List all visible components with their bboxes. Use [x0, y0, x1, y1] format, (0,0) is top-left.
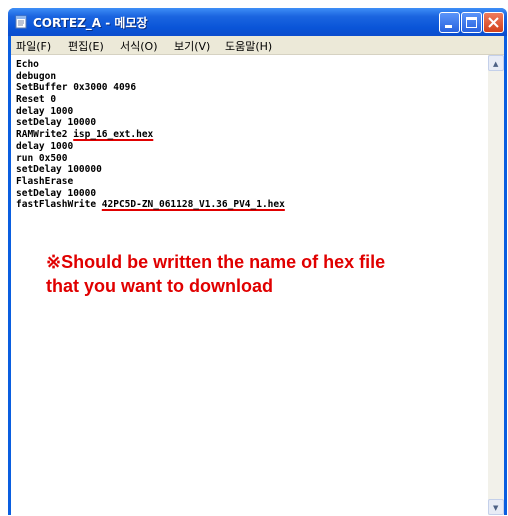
- menu-edit[interactable]: 편집(E): [68, 38, 104, 54]
- annotation-line-1: ※Should be written the name of hex file: [46, 252, 386, 272]
- annotation-line-2: that you want to download: [46, 276, 273, 296]
- title-bar[interactable]: CORTEZ_A - 메모장: [8, 8, 507, 36]
- text-editor[interactable]: Echo debugon SetBuffer 0x3000 4096 Reset…: [11, 55, 504, 515]
- window-title: CORTEZ_A - 메모장: [33, 16, 148, 30]
- minimize-button[interactable]: [439, 12, 460, 33]
- vertical-scrollbar[interactable]: ▲ ▼: [488, 55, 504, 515]
- maximize-button[interactable]: [461, 12, 482, 33]
- editor-line: setDelay 10000: [16, 187, 97, 199]
- editor-line: fastFlashWrite 42PC5D-ZN_061128_V1.36_PV…: [16, 199, 285, 211]
- menu-bar: 파일(F) 편집(E) 서식(O) 보기(V) 도움말(H): [11, 36, 504, 55]
- notepad-window: CORTEZ_A - 메모장 파일(F) 편집(E) 서식(O) 보기(V) 도…: [8, 8, 507, 515]
- menu-format[interactable]: 서식(O): [120, 38, 157, 54]
- editor-line: delay 1000: [16, 105, 74, 117]
- editor-line: delay 1000: [16, 140, 74, 152]
- close-icon: [488, 17, 499, 28]
- editor-line: SetBuffer 0x3000 4096: [16, 82, 137, 94]
- hex-filename: 42PC5D-ZN_061128_V1.36_PV4_1.hex: [101, 199, 285, 211]
- chevron-up-icon: ▲: [493, 60, 499, 68]
- maximize-icon: [466, 17, 477, 28]
- scroll-up-button[interactable]: ▲: [488, 55, 504, 71]
- editor-line: run 0x500: [16, 152, 68, 164]
- minimize-icon: [445, 25, 452, 28]
- editor-line: setDelay 10000: [16, 117, 97, 129]
- annotation-note: ※Should be written the name of hex file …: [46, 250, 486, 298]
- close-button[interactable]: [483, 12, 504, 33]
- menu-view[interactable]: 보기(V): [174, 38, 210, 54]
- scroll-down-button[interactable]: ▼: [488, 499, 504, 515]
- editor-line: Reset 0: [16, 94, 57, 106]
- chevron-down-icon: ▼: [493, 504, 499, 512]
- editor-line: Echo: [16, 59, 39, 70]
- menu-help[interactable]: 도움말(H): [225, 38, 272, 54]
- editor-line: setDelay 100000: [16, 164, 102, 176]
- notepad-icon: [15, 15, 27, 29]
- editor-line: FlashErase: [16, 175, 74, 187]
- editor-line: RAMWrite2 isp_16_ext.hex: [16, 129, 154, 141]
- editor-line: debugon: [16, 70, 57, 82]
- editor-content: Echo debugon SetBuffer 0x3000 4096 Reset…: [16, 59, 486, 211]
- menu-file[interactable]: 파일(F): [16, 38, 51, 54]
- hex-filename: isp_16_ext.hex: [73, 129, 154, 141]
